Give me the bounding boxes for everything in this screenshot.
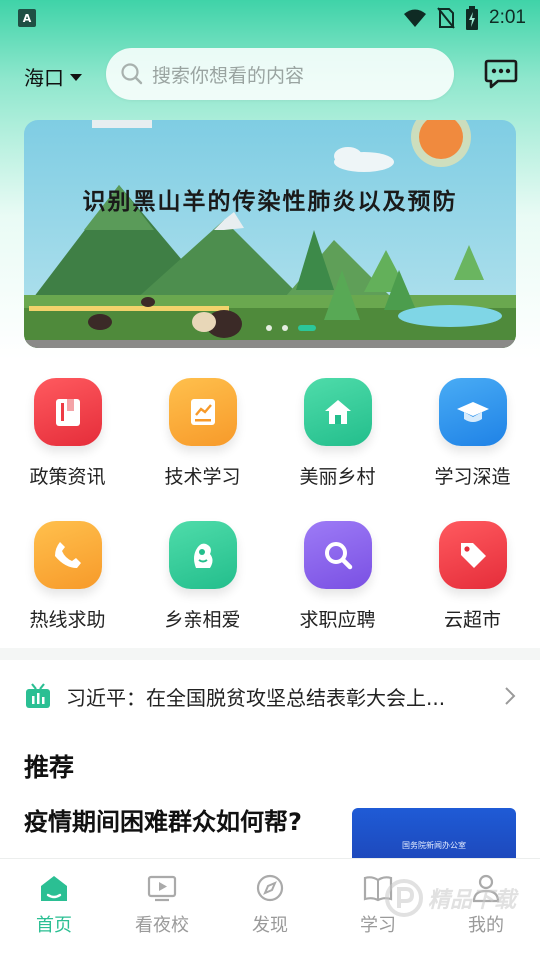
grid-item-beautiful-village[interactable]: 美丽乡村 [270,378,405,489]
carousel-dot [266,325,272,331]
banner-illustration [24,120,516,348]
grid-item-policy-news[interactable]: 政策资讯 [0,378,135,489]
search-icon [121,63,143,85]
wifi-icon [404,9,427,27]
grid-label: 乡亲相爱 [164,609,241,631]
grid-icon-bg [303,378,372,446]
home-icon [324,400,351,424]
article-title: 疫情期间困难群众如何帮? [24,808,302,836]
banner-carousel[interactable]: 识别黑山羊的传染性肺炎以及预防 [24,120,516,348]
graduation-cap-icon [456,402,489,422]
article-card[interactable]: 疫情期间困难群众如何帮? 国务院新闻办公室 [24,806,516,860]
app-notification-icon: A [18,9,36,27]
banner-title: 识别黑山羊的传染性肺炎以及预防 [82,188,458,215]
section-divider [0,648,540,660]
carousel-indicator [266,325,316,331]
grid-label: 技术学习 [164,466,241,488]
phone-icon [54,542,81,568]
tab-label: 首页 [36,915,72,936]
ticker-headline: 习近平：在全国脱贫攻坚总结表彰大会上... [66,685,446,710]
function-grid: 政策资讯 技术学习 美丽乡村 学习深造 热线求助 乡亲相爱 求职应聘 云超市 [0,378,540,632]
header: 海口 搜索你想看的内容 [0,46,540,106]
grid-label: 云超市 [443,609,501,631]
grid-item-further-study[interactable]: 学习深造 [405,378,540,489]
grid-icon-bg [438,521,507,589]
city-selector[interactable]: 海口 [24,62,82,91]
clock: 2:01 [489,7,526,28]
grid-label: 政策资讯 [29,466,106,488]
search-icon [324,542,352,570]
thumbnail-caption: 国务院新闻办公室 [402,841,466,850]
grid-icon-bg [33,521,102,589]
grid-label: 求职应聘 [299,609,376,631]
watermark-text: 精品下载 [428,888,517,913]
message-icon[interactable] [484,58,518,90]
search-placeholder: 搜索你想看的内容 [152,64,305,87]
recommend-heading: 推荐 [24,753,75,782]
grid-item-job-search[interactable]: 求职应聘 [270,521,405,632]
grid-icon-bg [168,378,237,446]
news-ticker[interactable]: 习近平：在全国脱贫攻坚总结表彰大会上... [0,662,540,730]
grid-item-hotline-help[interactable]: 热线求助 [0,521,135,632]
battery-charging-icon [466,6,479,30]
grid-icon-bg [168,521,237,589]
tab-discover[interactable]: 发现 [216,859,324,960]
grid-icon-bg [303,521,372,589]
carousel-dot-active [298,325,316,331]
chart-book-icon [190,399,215,425]
grid-item-tech-learning[interactable]: 技术学习 [135,378,270,489]
video-icon [147,875,177,902]
grid-icon-bg [33,378,102,446]
grid-label: 热线求助 [29,609,106,631]
search-bar[interactable]: 搜索你想看的内容 [106,48,454,100]
tv-icon [26,683,50,708]
caret-down-icon [70,74,82,81]
carousel-dot [282,325,288,331]
people-icon [193,543,212,568]
article-thumbnail: 国务院新闻办公室 [352,808,516,860]
no-sim-icon [437,7,455,29]
grid-icon-bg [438,378,507,446]
tag-icon [460,543,486,568]
watermark-logo-icon [385,879,423,917]
watermark: 精品下载 [384,878,516,918]
compass-icon [256,874,284,902]
tab-label: 看夜校 [135,915,189,936]
tab-label: 发现 [252,915,288,936]
grid-item-neighbors-love[interactable]: 乡亲相爱 [135,521,270,632]
home-icon [41,876,67,901]
city-label: 海口 [24,66,64,90]
tab-home[interactable]: 首页 [0,859,108,960]
grid-label: 美丽乡村 [299,466,376,488]
status-bar: A 2:01 [0,0,540,36]
grid-item-cloud-market[interactable]: 云超市 [405,521,540,632]
grid-label: 学习深造 [434,466,511,488]
chevron-right-icon [505,687,516,705]
book-icon [55,399,80,426]
tab-night-school[interactable]: 看夜校 [108,859,216,960]
